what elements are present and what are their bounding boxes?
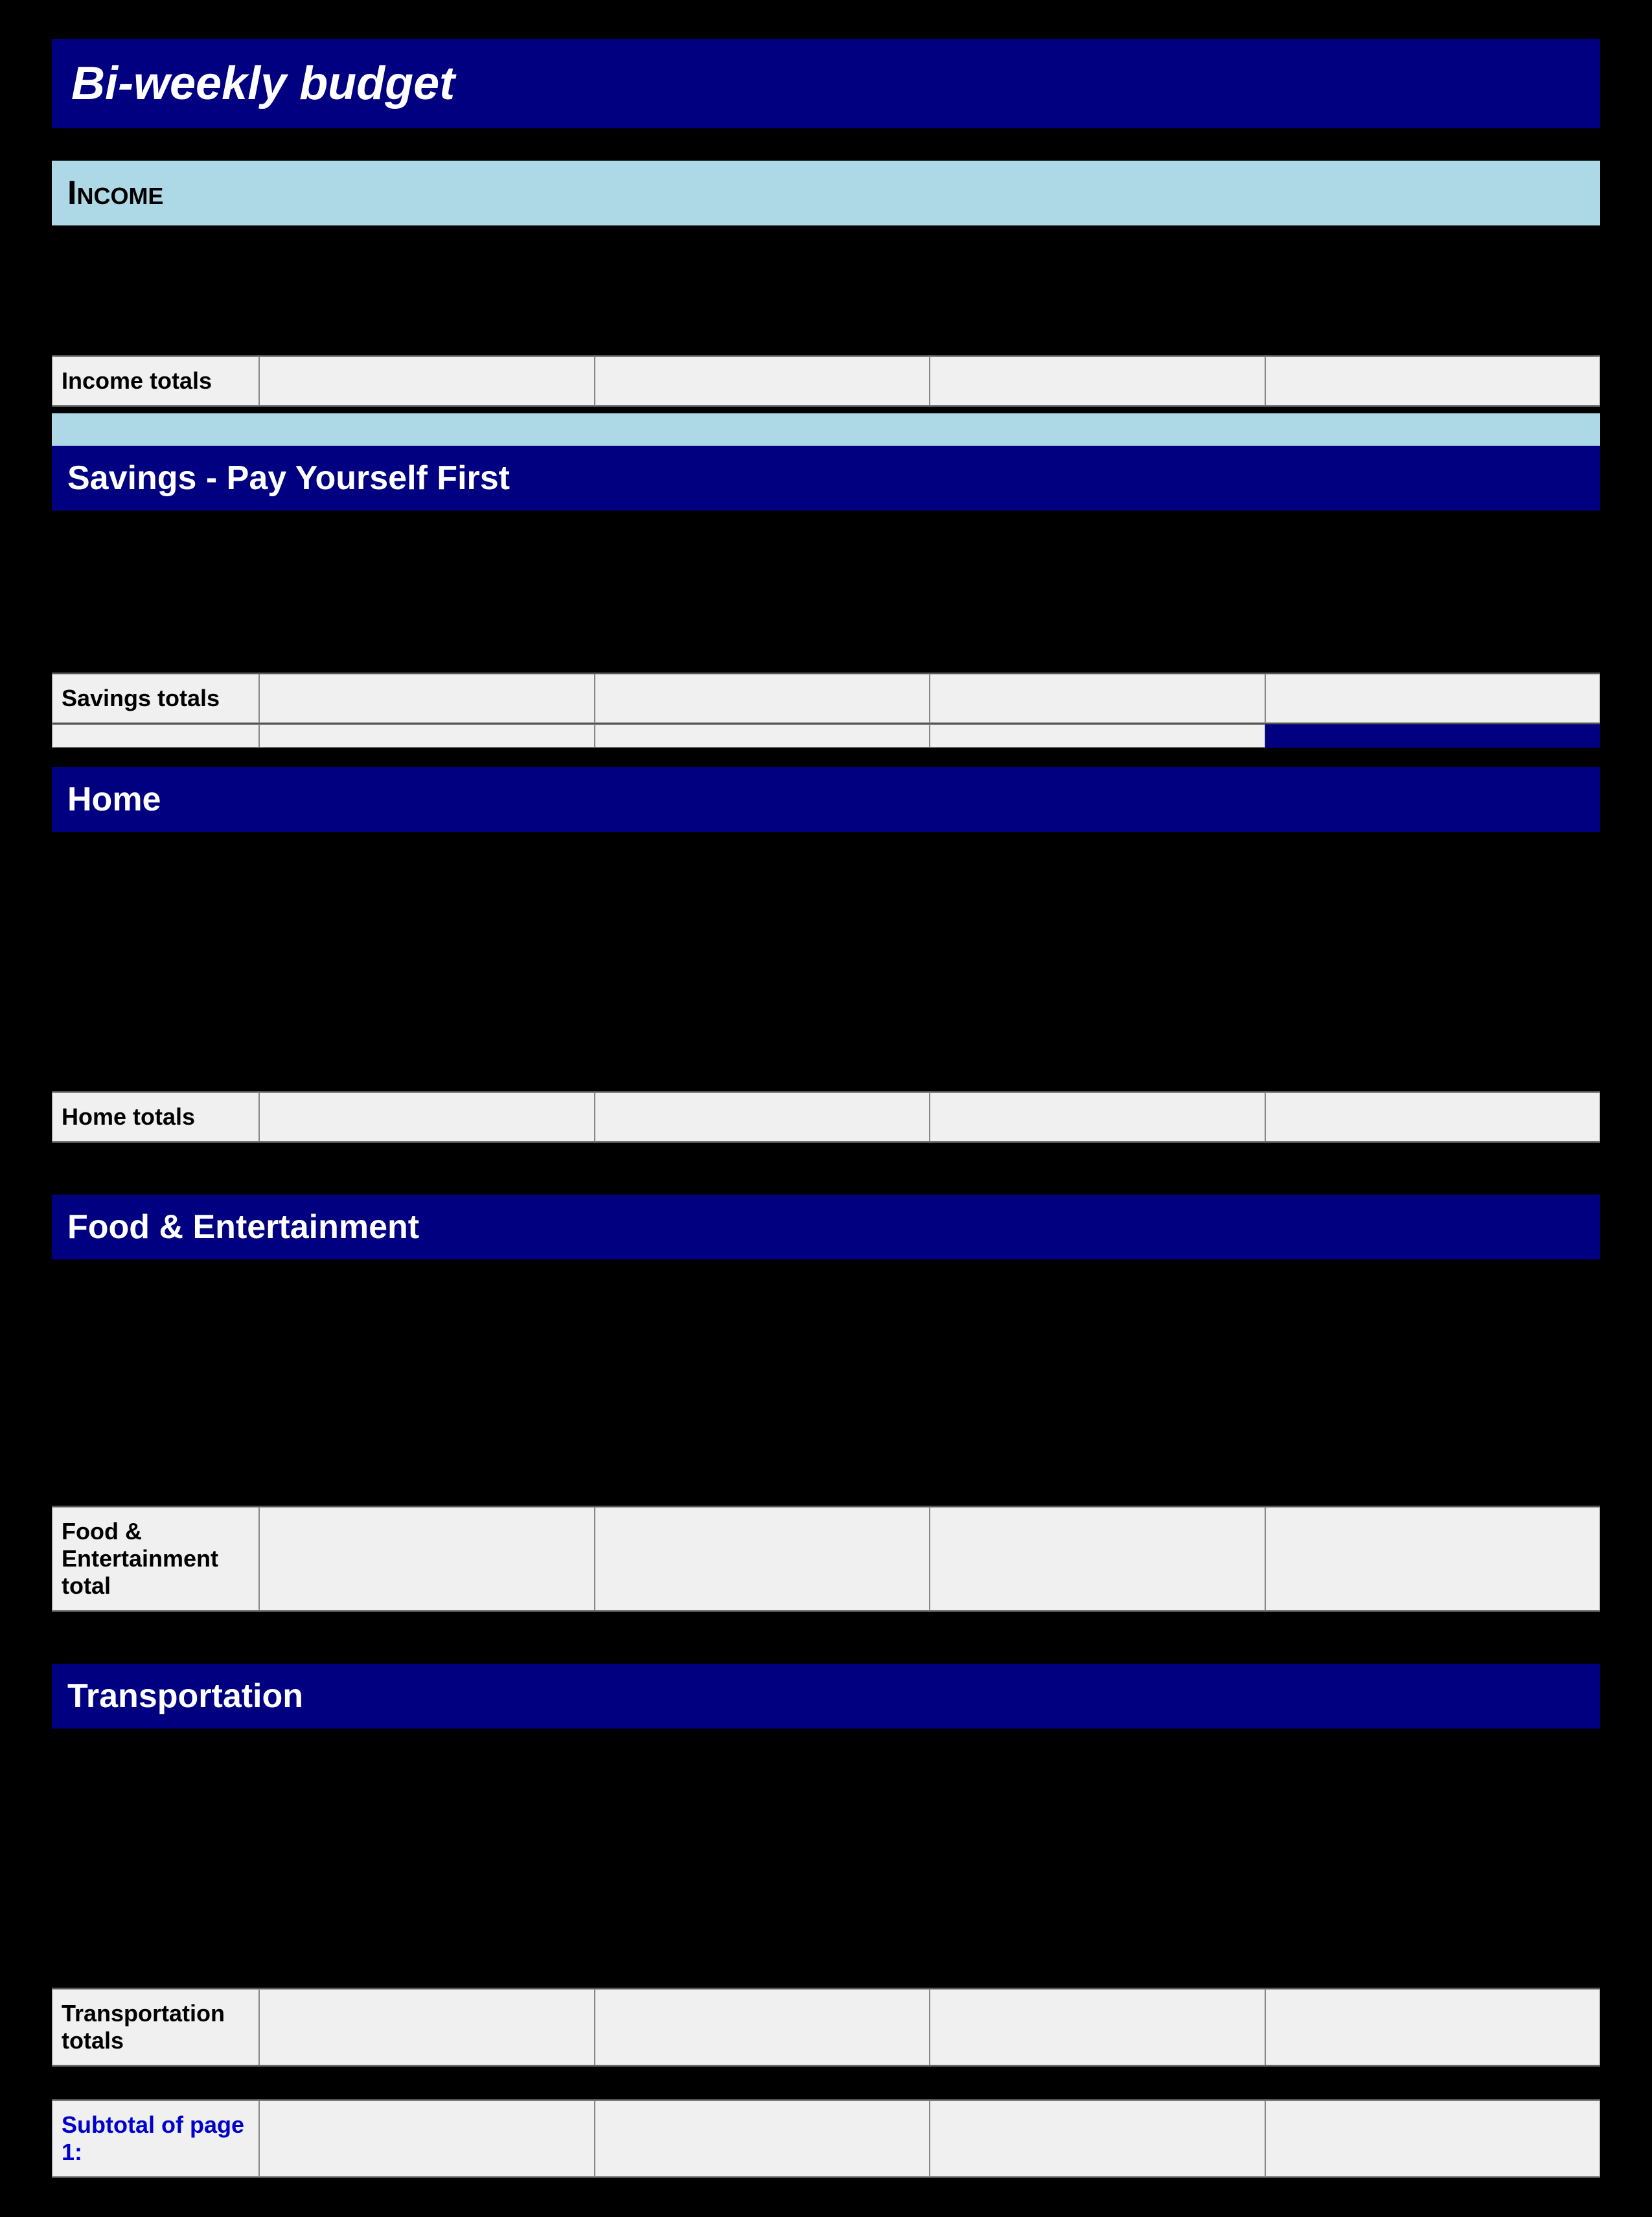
spacer-cell-1: [52, 724, 259, 748]
savings-spacer-row: [52, 724, 1600, 748]
spacer-cell-2: [259, 724, 595, 748]
page-title: Bi-weekly budget: [71, 58, 455, 109]
transportation-title: Transportation: [67, 1677, 303, 1715]
savings-totals-cell-4[interactable]: [1265, 674, 1601, 723]
income-totals-cell-1[interactable]: [259, 356, 595, 406]
food-totals-row: Food & Entertainment total: [52, 1506, 1600, 1612]
savings-data-rows: [52, 511, 1600, 672]
income-totals-cell-4[interactable]: [1265, 356, 1601, 406]
income-totals-row: Income totals: [52, 355, 1600, 407]
income-header: Income: [52, 161, 1600, 225]
savings-title: Savings - Pay Yourself First: [67, 459, 510, 497]
home-totals-cell-4[interactable]: [1265, 1092, 1601, 1142]
spacer-2: [52, 1631, 1600, 1664]
subtotal-cell-2[interactable]: [595, 2100, 930, 2177]
savings-totals-row: Savings totals: [52, 672, 1600, 724]
income-section: Income Income totals: [52, 161, 1600, 407]
home-totals-cell-3[interactable]: [930, 1092, 1265, 1142]
savings-totals-cell-3[interactable]: [930, 674, 1265, 723]
spacer-cell-4: [930, 724, 1265, 748]
food-totals-cell-3[interactable]: [930, 1507, 1265, 1611]
income-totals-cell-3[interactable]: [930, 356, 1265, 406]
home-totals-label: Home totals: [52, 1092, 259, 1142]
food-header: Food & Entertainment: [52, 1195, 1600, 1259]
subtotal-cell-3[interactable]: [930, 2100, 1265, 2177]
transportation-totals-cell-3[interactable]: [930, 1989, 1265, 2065]
subtotal-cell-4[interactable]: [1265, 2100, 1601, 2177]
home-totals-cell-2[interactable]: [595, 1092, 930, 1142]
home-title: Home: [67, 781, 161, 818]
page-container: Bi-weekly budget Income Income totals Sa…: [52, 39, 1600, 2178]
home-totals-cell-1[interactable]: [259, 1092, 595, 1142]
transportation-data-rows: [52, 1729, 1600, 1988]
spacer-1: [52, 1162, 1600, 1195]
transportation-section: Transportation Transportation totals: [52, 1664, 1600, 2067]
transportation-totals-cell-4[interactable]: [1265, 1989, 1601, 2065]
transportation-totals-row: Transportation totals: [52, 1988, 1600, 2067]
home-section: Home Home totals: [52, 767, 1600, 1143]
transportation-totals-cell-1[interactable]: [259, 1989, 595, 2065]
savings-totals-cell-2[interactable]: [595, 674, 930, 723]
home-totals-row: Home totals: [52, 1091, 1600, 1143]
food-totals-cell-1[interactable]: [259, 1507, 595, 1611]
income-totals-label: Income totals: [52, 356, 259, 406]
savings-totals-label: Savings totals: [52, 674, 259, 723]
transportation-totals-cell-2[interactable]: [595, 1989, 930, 2065]
savings-header: Savings - Pay Yourself First: [52, 446, 1600, 511]
spacer-3: [52, 2086, 1600, 2099]
transportation-totals-label: Transportation totals: [52, 1989, 259, 2065]
title-bar: Bi-weekly budget: [52, 39, 1600, 128]
spacer-cell-5: [1265, 724, 1601, 748]
spacer-cell-3: [595, 724, 930, 748]
food-section: Food & Entertainment Food & Entertainmen…: [52, 1195, 1600, 1612]
home-data-rows: [52, 832, 1600, 1091]
home-header: Home: [52, 767, 1600, 832]
savings-divider: [52, 413, 1600, 446]
food-totals-cell-2[interactable]: [595, 1507, 930, 1611]
savings-totals-cell-1[interactable]: [259, 674, 595, 723]
transportation-header: Transportation: [52, 1664, 1600, 1729]
food-totals-label: Food & Entertainment total: [52, 1507, 259, 1611]
subtotal-cell-1[interactable]: [259, 2100, 595, 2177]
subtotal-label: Subtotal of page 1:: [52, 2100, 259, 2177]
food-title: Food & Entertainment: [67, 1208, 419, 1246]
subtotal-row: Subtotal of page 1:: [52, 2099, 1600, 2178]
food-totals-cell-4[interactable]: [1265, 1507, 1601, 1611]
income-data-rows: [52, 225, 1600, 355]
food-data-rows: [52, 1259, 1600, 1506]
income-title: Income: [67, 174, 163, 212]
savings-section: Savings - Pay Yourself First Savings tot…: [52, 446, 1600, 748]
income-totals-cell-2[interactable]: [595, 356, 930, 406]
